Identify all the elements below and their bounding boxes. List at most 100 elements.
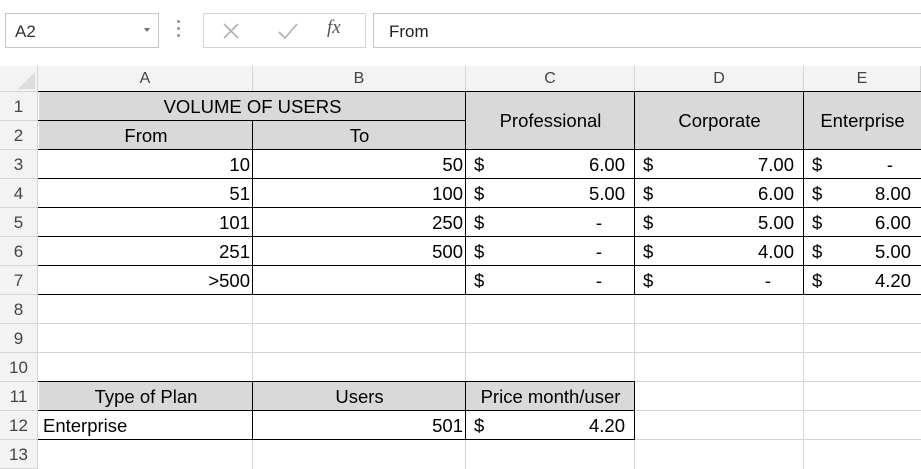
- row-header-2[interactable]: 2: [0, 121, 38, 150]
- row-header-8[interactable]: 8: [0, 295, 38, 324]
- table-border: [634, 381, 635, 440]
- professional-price-cell[interactable]: $ -: [466, 237, 635, 266]
- price-value: 5.00: [588, 183, 625, 204]
- currency-symbol: $: [643, 212, 654, 233]
- select-all-button[interactable]: [0, 66, 38, 92]
- table-border: [38, 294, 921, 295]
- enterprise-price-cell[interactable]: $5.00: [804, 237, 921, 266]
- enterprise-header[interactable]: Enterprise: [804, 92, 921, 150]
- professional-price-cell[interactable]: $6.00: [466, 150, 635, 179]
- row-header-13[interactable]: 13: [0, 440, 38, 469]
- table-border: [38, 207, 921, 208]
- currency-symbol: $: [643, 154, 654, 175]
- name-box-value: A2: [15, 22, 36, 41]
- price-result-cell[interactable]: $4.20: [466, 411, 635, 440]
- table-border: [38, 91, 921, 92]
- check-icon[interactable]: [275, 19, 301, 43]
- professional-price-cell[interactable]: $5.00: [466, 179, 635, 208]
- price-value: -: [886, 154, 893, 175]
- from-header[interactable]: From: [39, 121, 253, 150]
- row-header-4[interactable]: 4: [0, 179, 38, 208]
- price-value: 6.00: [588, 154, 625, 175]
- professional-header[interactable]: Professional: [466, 92, 635, 150]
- price-value: -: [764, 270, 771, 291]
- row-header-7[interactable]: 7: [0, 266, 38, 295]
- table-border: [803, 91, 804, 295]
- tier-from-cell[interactable]: >500: [39, 266, 253, 295]
- row-header-6[interactable]: 6: [0, 237, 38, 266]
- tier-from-cell[interactable]: 251: [39, 237, 253, 266]
- row-header-5[interactable]: 5: [0, 208, 38, 237]
- currency-symbol: $: [812, 183, 823, 204]
- type-of-plan-header[interactable]: Type of Plan: [39, 382, 253, 411]
- table-border: [38, 410, 635, 411]
- table-border: [465, 91, 466, 295]
- to-header[interactable]: To: [253, 121, 466, 150]
- enterprise-price-cell[interactable]: $6.00: [804, 208, 921, 237]
- chevron-down-icon[interactable]: [144, 28, 150, 32]
- price-value: 4.20: [874, 270, 911, 291]
- professional-price-cell[interactable]: $ -: [466, 266, 635, 295]
- corporate-price-cell[interactable]: $ -: [635, 266, 804, 295]
- tier-from-cell[interactable]: 51: [39, 179, 253, 208]
- name-box[interactable]: A2: [5, 13, 159, 48]
- price-value: -: [595, 241, 602, 262]
- row-header-1[interactable]: 1: [0, 92, 38, 121]
- currency-symbol: $: [643, 241, 654, 262]
- column-header-d[interactable]: D: [635, 66, 804, 92]
- enterprise-price-cell[interactable]: $8.00: [804, 179, 921, 208]
- tier-from-cell[interactable]: 101: [39, 208, 253, 237]
- tier-to-cell[interactable]: 500: [253, 237, 466, 266]
- plan-type-cell[interactable]: Enterprise: [39, 411, 253, 440]
- formula-bar: A2 fx From: [0, 0, 921, 66]
- corporate-price-cell[interactable]: $5.00: [635, 208, 804, 237]
- users-cell[interactable]: 501: [253, 411, 466, 440]
- volume-of-users-header[interactable]: VOLUME OF USERS: [39, 92, 466, 121]
- price-month-user-header[interactable]: Price month/user: [466, 382, 635, 411]
- row-header-12[interactable]: 12: [0, 411, 38, 440]
- row-header-10[interactable]: 10: [0, 353, 38, 382]
- enterprise-price-cell[interactable]: $ -: [804, 150, 921, 179]
- table-border: [38, 265, 921, 266]
- corporate-price-cell[interactable]: $7.00: [635, 150, 804, 179]
- column-header-c[interactable]: C: [466, 66, 635, 92]
- column-header-a[interactable]: A: [38, 66, 253, 92]
- more-options-icon[interactable]: [176, 20, 182, 40]
- tier-to-cell[interactable]: 50: [253, 150, 466, 179]
- currency-symbol: $: [643, 270, 654, 291]
- row-header-11[interactable]: 11: [0, 382, 38, 411]
- table-border: [465, 381, 466, 440]
- price-value: 4.00: [757, 241, 794, 262]
- corporate-header[interactable]: Corporate: [635, 92, 804, 150]
- currency-symbol: $: [474, 270, 485, 291]
- currency-symbol: $: [812, 270, 823, 291]
- professional-price-cell[interactable]: $ -: [466, 208, 635, 237]
- table-border: [38, 381, 635, 382]
- currency-symbol: $: [474, 212, 485, 233]
- corporate-price-cell[interactable]: $4.00: [635, 237, 804, 266]
- tier-to-cell[interactable]: 250: [253, 208, 466, 237]
- corporate-price-cell[interactable]: $6.00: [635, 179, 804, 208]
- insert-function-button[interactable]: fx: [327, 17, 353, 41]
- tier-from-cell[interactable]: 10: [39, 150, 253, 179]
- row-header-9[interactable]: 9: [0, 324, 38, 353]
- price-value: 6.00: [757, 183, 794, 204]
- price-value: 5.00: [757, 212, 794, 233]
- column-header-b[interactable]: B: [253, 66, 466, 92]
- price-value: 6.00: [874, 212, 911, 233]
- column-header-e[interactable]: E: [804, 66, 921, 92]
- formula-value: From: [389, 22, 429, 41]
- tier-to-cell[interactable]: 100: [253, 179, 466, 208]
- currency-symbol: $: [812, 154, 823, 175]
- enterprise-price-cell[interactable]: $4.20: [804, 266, 921, 295]
- tier-to-cell[interactable]: [253, 266, 466, 295]
- table-border: [38, 439, 635, 440]
- users-header[interactable]: Users: [253, 382, 466, 411]
- table-border: [252, 381, 253, 440]
- row-header-3[interactable]: 3: [0, 150, 38, 179]
- close-icon[interactable]: [218, 19, 244, 43]
- table-border: [634, 91, 635, 295]
- price-value: 7.00: [757, 154, 794, 175]
- table-border: [38, 149, 921, 150]
- formula-input[interactable]: From: [373, 13, 921, 48]
